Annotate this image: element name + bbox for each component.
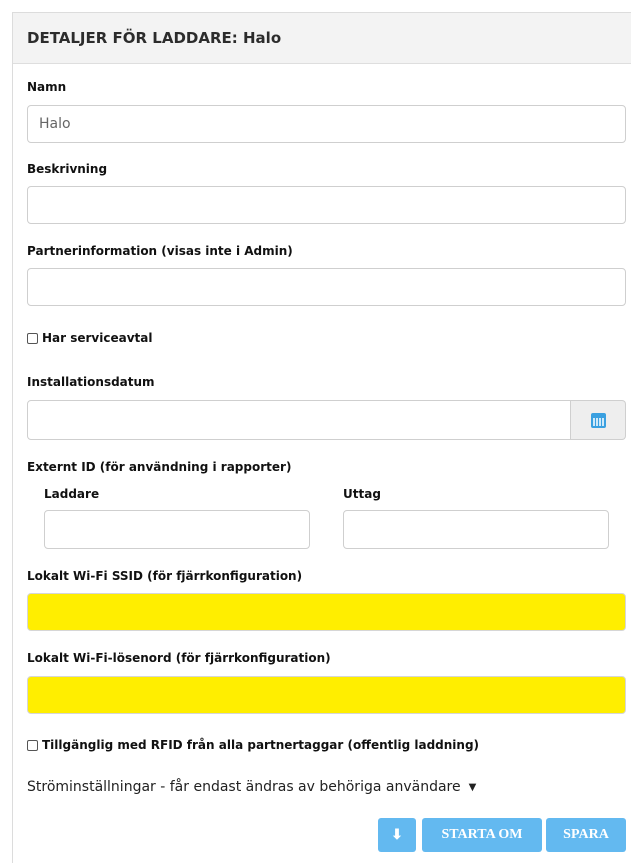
beskrivning-input[interactable]	[27, 186, 626, 224]
caret-down-icon: ▼	[468, 781, 477, 793]
wifi-password-input[interactable]	[27, 676, 626, 714]
serviceavtal-checkbox[interactable]	[27, 332, 38, 344]
laddare-input[interactable]	[44, 510, 310, 549]
partnerinfo-label: Partnerinformation (visas inte i Admin)	[27, 244, 293, 258]
rfid-checkbox[interactable]	[27, 739, 38, 751]
page-title: DETALJER FÖR LADDARE: Halo	[13, 13, 631, 64]
uttag-label: Uttag	[343, 487, 381, 501]
wifi-ssid-label: Lokalt Wi-Fi SSID (för fjärrkonfiguratio…	[27, 569, 303, 583]
rfid-label: Tillgänglig med RFID från alla partnerta…	[42, 738, 480, 752]
download-icon: ⬇	[391, 827, 403, 843]
restart-button[interactable]: STARTA OM	[422, 818, 542, 852]
uttag-input[interactable]	[343, 510, 609, 549]
partnerinfo-input[interactable]	[27, 268, 626, 306]
laddare-label: Laddare	[44, 487, 100, 501]
calendar-button[interactable]	[571, 400, 626, 440]
power-settings-toggle[interactable]: Ströminställningar - får endast ändras a…	[27, 779, 476, 795]
beskrivning-label: Beskrivning	[27, 162, 108, 176]
download-button[interactable]: ⬇	[378, 818, 416, 852]
namn-input[interactable]	[27, 105, 626, 143]
serviceavtal-label: Har serviceavtal	[42, 331, 153, 345]
namn-label: Namn	[27, 80, 67, 94]
serviceavtal-row[interactable]: Har serviceavtal	[27, 331, 153, 345]
installationsdatum-label: Installationsdatum	[27, 375, 155, 389]
wifi-ssid-input[interactable]	[27, 593, 626, 631]
calendar-icon	[590, 412, 606, 428]
rfid-row[interactable]: Tillgänglig med RFID från alla partnerta…	[27, 738, 479, 752]
save-button[interactable]: SPARA	[546, 818, 626, 852]
power-settings-label: Ströminställningar - får endast ändras a…	[27, 779, 461, 795]
installationsdatum-input[interactable]	[27, 400, 571, 440]
wifi-password-label: Lokalt Wi-Fi-lösenord (för fjärrkonfigur…	[27, 651, 331, 665]
externt-id-label: Externt ID (för användning i rapporter)	[27, 460, 292, 474]
